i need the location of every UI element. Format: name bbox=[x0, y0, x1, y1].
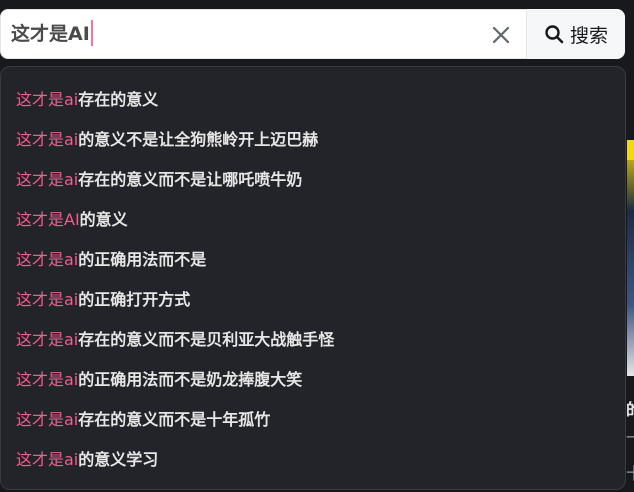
suggestion-keyword: 这才是ai bbox=[16, 130, 79, 149]
suggestion-keyword: 这才是ai bbox=[16, 90, 79, 109]
suggestion-item[interactable]: 这才是ai的正确用法而不是奶龙捧腹大笑 bbox=[16, 362, 302, 398]
suggestion-dropdown: 这才是ai存在的意义 这才是ai的意义不是让全狗熊岭开上迈巴赫 这才是ai存在的… bbox=[0, 66, 626, 490]
suggestion-keyword: 这才是ai bbox=[16, 330, 79, 349]
background-thumbnail-accent bbox=[627, 140, 634, 160]
suggestion-text: 的意义学习 bbox=[78, 450, 159, 469]
suggestion-text: 的正确打开方式 bbox=[78, 290, 191, 309]
suggestion-text: 存在的意义而不是让哪吒喷牛奶 bbox=[78, 170, 303, 189]
suggestion-keyword: 这才是ai bbox=[16, 410, 79, 429]
suggestion-keyword: 这才是ai bbox=[16, 290, 79, 309]
suggestion-item[interactable]: 这才是ai存在的意义 bbox=[16, 82, 158, 118]
suggestion-text: 的正确用法而不是奶龙捧腹大笑 bbox=[78, 370, 303, 389]
suggestion-item[interactable]: 这才是ai存在的意义而不是让哪吒喷牛奶 bbox=[16, 162, 302, 198]
suggestion-item[interactable]: 这才是ai的正确用法而不是 bbox=[16, 242, 206, 278]
text-caret bbox=[90, 19, 93, 46]
suggestion-item[interactable]: 这才是ai的意义不是让全狗熊岭开上迈巴赫 bbox=[16, 122, 318, 158]
search-bar: 这才是AI 搜索 bbox=[0, 9, 625, 59]
close-icon[interactable] bbox=[488, 22, 514, 48]
suggestion-item[interactable]: 这才是ai存在的意义而不是十年孤竹 bbox=[16, 402, 270, 438]
suggestion-item[interactable]: 这才是ai的意义学习 bbox=[16, 442, 158, 478]
suggestion-text: 的意义 bbox=[79, 210, 128, 229]
magnifier-icon bbox=[545, 25, 564, 44]
search-button[interactable]: 搜索 bbox=[526, 9, 625, 59]
suggestion-keyword: 这才是AI bbox=[16, 210, 80, 229]
suggestion-text: 存在的意义而不是十年孤竹 bbox=[78, 410, 271, 429]
background-meta-fragment-2: 十 bbox=[626, 460, 634, 484]
background-video-thumbnail[interactable] bbox=[627, 140, 634, 376]
suggestion-item[interactable]: 这才是ai存在的意义而不是贝利亚大战触手怪 bbox=[16, 322, 334, 358]
suggestion-keyword: 这才是ai bbox=[16, 370, 79, 389]
suggestion-keyword: 这才是ai bbox=[16, 170, 79, 189]
suggestion-text: 的正确用法而不是 bbox=[78, 250, 207, 269]
suggestion-keyword: 这才是ai bbox=[16, 450, 79, 469]
suggestion-text: 存在的意义而不是贝利亚大战触手怪 bbox=[78, 330, 335, 349]
suggestion-keyword: 这才是ai bbox=[16, 250, 79, 269]
suggestion-text: 存在的意义 bbox=[78, 90, 159, 109]
suggestion-item[interactable]: 这才是ai的正确打开方式 bbox=[16, 282, 190, 318]
search-query-text: 这才是AI bbox=[11, 23, 90, 45]
background-meta-fragment: 一 bbox=[626, 424, 634, 448]
suggestion-text: 的意义不是让全狗熊岭开上迈巴赫 bbox=[78, 130, 319, 149]
suggestion-item[interactable]: 这才是AI的意义 bbox=[16, 202, 128, 238]
search-button-label: 搜索 bbox=[569, 24, 608, 47]
background-title-fragment: 的 bbox=[626, 396, 634, 420]
search-input[interactable]: 这才是AI bbox=[11, 10, 93, 58]
